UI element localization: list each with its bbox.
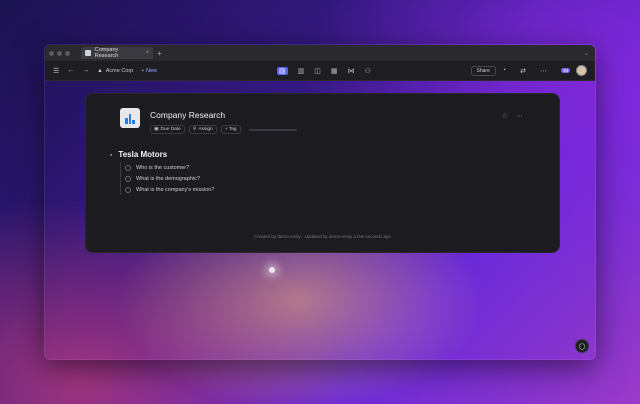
assign-label: Assign xyxy=(198,127,213,132)
user-icon: ⚲ xyxy=(192,127,197,132)
board-view-icon[interactable]: ▥ xyxy=(298,67,305,75)
list-item[interactable]: What is the demographic? xyxy=(125,173,214,184)
star-icon[interactable]: ☆ xyxy=(502,112,508,120)
view-switcher: ▤ ▥ ◫ ▦ ⋈ ⚇ xyxy=(277,66,371,75)
assign-chip[interactable]: ⚲ Assign xyxy=(188,125,217,134)
checkbox[interactable] xyxy=(125,186,131,193)
doc-view-icon[interactable]: ▤ xyxy=(277,66,288,75)
list-item-label: Who is the customer? xyxy=(136,164,190,171)
checkbox[interactable] xyxy=(125,175,131,182)
notifications-button[interactable]: 19 xyxy=(560,67,570,74)
workspace-name: Acme Corp xyxy=(105,67,134,74)
chart-doc-icon[interactable] xyxy=(120,108,140,128)
progress-bar xyxy=(248,128,297,131)
forward-arrow-icon[interactable]: → xyxy=(82,67,89,74)
edit-history-note: Created by demo-emily · Updated by demo-… xyxy=(254,234,391,239)
app-window: Company Research × + ⌄ ☰ ← → ▲ Acme Corp… xyxy=(44,44,596,360)
workspace-switcher[interactable]: ▲ Acme Corp xyxy=(97,68,133,74)
back-arrow-icon[interactable]: ← xyxy=(67,67,74,74)
people-view-icon[interactable]: ⚇ xyxy=(365,67,371,75)
light-glow xyxy=(269,267,275,273)
list-item[interactable]: What is the company's mission? xyxy=(125,184,214,195)
list-item-label: What is the company's mission? xyxy=(136,186,215,193)
share-button[interactable]: Share xyxy=(470,65,496,76)
new-tab-icon[interactable]: + xyxy=(157,49,162,58)
more-options-icon[interactable]: ⋯ xyxy=(516,112,523,120)
checkbox[interactable] xyxy=(125,164,131,171)
table-view-icon[interactable]: ▦ xyxy=(331,67,338,75)
document-card: Company Research ▣ Due Date ⚲ Assign + T… xyxy=(85,93,560,253)
new-button[interactable]: + New xyxy=(141,68,157,74)
chat-button[interactable]: ◯ xyxy=(575,339,589,353)
list-item[interactable]: Who is the customer? xyxy=(125,162,214,173)
doc-favicon-icon xyxy=(85,50,91,56)
page-title[interactable]: Company Research xyxy=(150,110,225,120)
avatar[interactable] xyxy=(576,65,587,76)
list-item-label: What is the demographic? xyxy=(136,175,200,182)
checklist-section: ● Tesla Motors Who is the customer? What… xyxy=(110,150,214,195)
window-minimize-dot[interactable] xyxy=(57,50,62,56)
tag-chip[interactable]: + Tag xyxy=(220,125,241,134)
graph-view-icon[interactable]: ⋈ xyxy=(348,67,355,75)
toolbar: ☰ ← → ▲ Acme Corp + New ▤ ▥ ◫ ▦ ⋈ ⚇ Shar… xyxy=(45,61,595,81)
shuffle-icon[interactable]: ⇄ xyxy=(520,67,526,75)
due-date-label: Due Date xyxy=(160,127,181,132)
tab-title: Company Research xyxy=(94,47,119,59)
tab-bar: Company Research × + ⌄ xyxy=(45,45,595,61)
section-header[interactable]: ● Tesla Motors xyxy=(110,150,214,159)
window-maximize-dot[interactable] xyxy=(65,50,70,56)
card-actions: ☆ ⋯ xyxy=(502,112,523,120)
checklist: Who is the customer? What is the demogra… xyxy=(120,162,214,195)
collapse-caret-icon[interactable]: ● xyxy=(110,152,112,157)
notification-badge: 19 xyxy=(560,67,570,73)
sidebar-toggle-icon[interactable]: ☰ xyxy=(53,67,59,75)
tab-company-research[interactable]: Company Research × xyxy=(81,47,153,59)
tab-close-icon[interactable]: × xyxy=(145,50,149,56)
doc-properties: ▣ Due Date ⚲ Assign + Tag xyxy=(150,125,297,134)
calendar-icon: ▣ xyxy=(154,127,159,132)
window-close-dot[interactable] xyxy=(49,50,54,56)
due-date-chip[interactable]: ▣ Due Date xyxy=(150,125,185,134)
chevron-down-icon[interactable]: ⌄ xyxy=(584,50,589,57)
content-area: Company Research ▣ Due Date ⚲ Assign + T… xyxy=(45,81,595,359)
chat-bubble-icon: ◯ xyxy=(578,343,586,350)
database-view-icon[interactable]: ◫ xyxy=(314,67,321,75)
more-icon[interactable]: ⋯ xyxy=(540,67,547,75)
toolbar-right: Share ◔ ⇄ ⋯ 19 xyxy=(470,65,587,76)
workspace-logo-icon: ▲ xyxy=(97,67,103,74)
section-title: Tesla Motors xyxy=(118,150,168,159)
timer-icon[interactable]: ◔ xyxy=(502,67,506,74)
